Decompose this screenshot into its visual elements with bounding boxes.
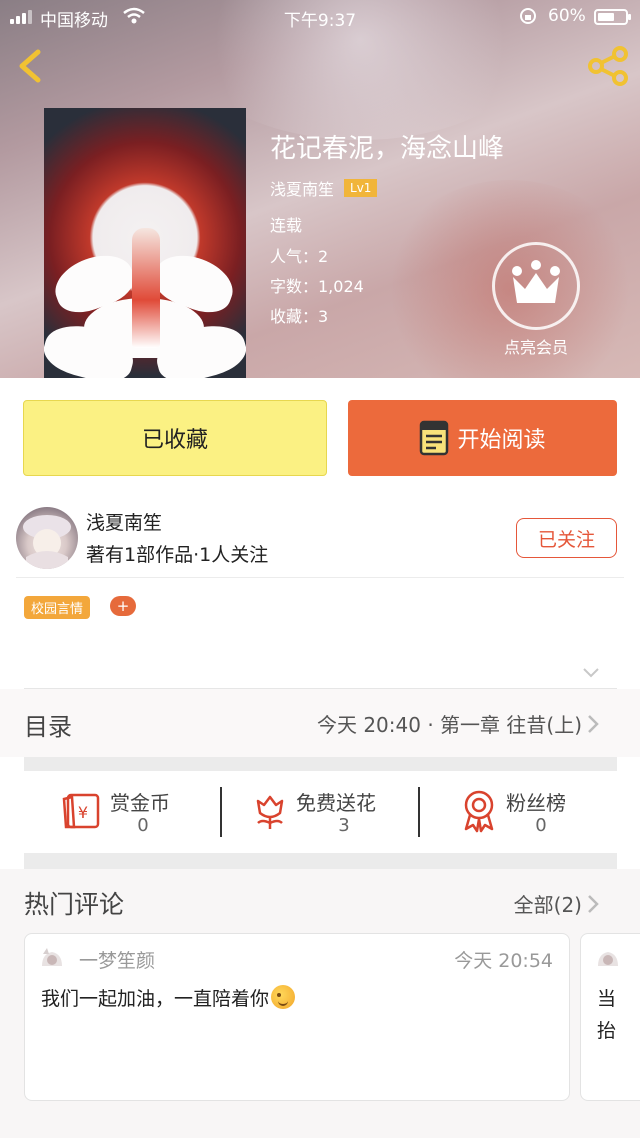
divider bbox=[16, 577, 624, 578]
book-icon bbox=[420, 420, 449, 456]
rotation-lock-icon bbox=[520, 8, 536, 24]
add-tag-button[interactable]: + bbox=[110, 596, 136, 616]
fan-ranking-button[interactable]: 粉丝榜 0 bbox=[460, 771, 610, 853]
free-flowers-button[interactable]: 免费送花 3 bbox=[250, 771, 420, 853]
chevron-right-icon bbox=[588, 715, 599, 733]
vip-label[interactable]: 点亮会员 bbox=[484, 334, 588, 358]
divider bbox=[220, 787, 222, 837]
fan-ranking-label: 粉丝榜 bbox=[506, 791, 566, 815]
latest-chapter: 今天 20:40 · 第一章 往昔(上) bbox=[316, 713, 582, 737]
divider bbox=[418, 787, 420, 837]
start-reading-button[interactable]: 开始阅读 bbox=[348, 400, 617, 476]
free-flowers-label: 免费送花 bbox=[296, 791, 376, 815]
comment-text: 我们一起加油，一直陪着你 bbox=[41, 984, 296, 1011]
book-author[interactable]: 浅夏南笙 bbox=[270, 176, 334, 200]
book-header: 中国移动 下午9:37 60% 花记春泥，海念山峰 浅夏南笙 Lv1 连载 人气… bbox=[0, 0, 640, 378]
expand-chevron-icon[interactable] bbox=[582, 666, 600, 680]
book-author-line: 浅夏南笙 Lv1 bbox=[270, 176, 378, 200]
avatar-illustration bbox=[23, 515, 71, 569]
comment-text: 抬 bbox=[597, 1020, 617, 1042]
vip-button[interactable] bbox=[492, 242, 580, 330]
popularity-count: 人气：2 bbox=[270, 247, 329, 266]
book-title: 花记春泥，海念山峰 bbox=[270, 134, 505, 164]
fan-ranking-value: 0 bbox=[535, 815, 547, 836]
free-flowers-value: 3 bbox=[338, 815, 350, 836]
all-comments-link[interactable]: 全部(2) bbox=[514, 889, 582, 918]
battery-percent: 60% bbox=[548, 6, 586, 26]
medal-icon bbox=[464, 790, 494, 833]
author-name[interactable]: 浅夏南笙 bbox=[86, 508, 162, 535]
table-of-contents-row[interactable]: 目录 今天 20:40 · 第一章 往昔(上) bbox=[0, 689, 640, 757]
user-avatar-icon bbox=[598, 952, 618, 966]
word-count: 字数：1,024 bbox=[270, 277, 364, 296]
chevron-right-icon[interactable] bbox=[586, 893, 600, 915]
flower-icon bbox=[256, 795, 284, 829]
comment-time: 今天 20:54 bbox=[454, 950, 553, 972]
book-cover[interactable] bbox=[44, 108, 246, 378]
comment-text: 当 bbox=[597, 988, 617, 1010]
svg-text:¥: ¥ bbox=[78, 803, 88, 822]
author-stats: 著有1部作品·1人关注 bbox=[86, 544, 269, 566]
share-button[interactable] bbox=[586, 46, 630, 86]
toc-label: 目录 bbox=[24, 713, 72, 741]
section-separator bbox=[24, 757, 617, 771]
interaction-stats: ¥ 赏金币 0 免费送花 3 粉丝榜 0 bbox=[24, 771, 617, 853]
hot-comments-section: 热门评论 全部(2) 一梦笙颜 今天 20:54 我们一起加油，一直陪着你 当 … bbox=[0, 869, 640, 1138]
favorited-button[interactable]: 已收藏 bbox=[23, 400, 327, 476]
genre-tag[interactable]: 校园言情 bbox=[24, 596, 91, 619]
section-separator bbox=[24, 853, 617, 869]
favorited-label: 已收藏 bbox=[141, 428, 208, 453]
red-envelope-icon: ¥ bbox=[62, 793, 100, 829]
favorites-count: 收藏：3 bbox=[270, 307, 329, 326]
serial-status: 连载 bbox=[270, 216, 303, 235]
comment-username[interactable]: 一梦笙颜 bbox=[79, 946, 155, 973]
start-reading-label: 开始阅读 bbox=[457, 428, 546, 453]
back-button[interactable] bbox=[12, 46, 48, 86]
following-button[interactable]: 已关注 bbox=[516, 518, 617, 558]
status-bar: 中国移动 下午9:37 60% bbox=[0, 0, 640, 34]
crown-icon bbox=[512, 260, 560, 303]
hot-comments-title: 热门评论 bbox=[24, 890, 125, 919]
reward-coins-value: 0 bbox=[137, 815, 149, 836]
comment-text-content: 我们一起加油，一直陪着你 bbox=[41, 988, 270, 1010]
author-avatar[interactable] bbox=[16, 507, 78, 569]
battery-icon bbox=[594, 9, 631, 25]
reward-coins-button[interactable]: ¥ 赏金币 0 bbox=[62, 771, 212, 853]
comment-card[interactable]: 当 抬 bbox=[580, 933, 640, 1101]
comment-card[interactable]: 一梦笙颜 今天 20:54 我们一起加油，一直陪着你 bbox=[24, 933, 570, 1101]
reward-coins-label: 赏金币 bbox=[110, 791, 170, 815]
clock: 下午9:37 bbox=[283, 11, 357, 31]
level-badge: Lv1 bbox=[344, 179, 378, 197]
wink-emoji-icon bbox=[271, 985, 296, 1009]
user-avatar-icon bbox=[42, 948, 62, 966]
